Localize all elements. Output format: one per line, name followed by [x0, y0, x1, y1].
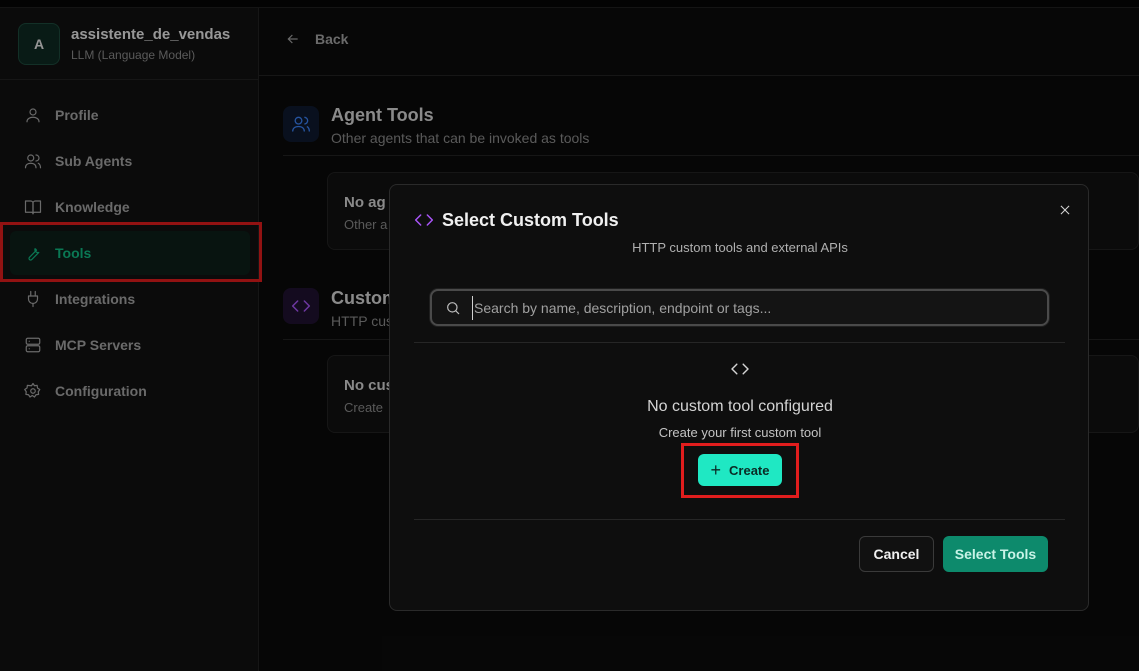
dialog-divider	[414, 519, 1065, 520]
code-icon	[730, 361, 750, 377]
select-custom-tools-dialog: Select Custom Tools HTTP custom tools an…	[389, 184, 1089, 611]
search-icon	[447, 302, 460, 315]
dialog-subtitle: HTTP custom tools and external APIs	[632, 240, 848, 255]
close-icon	[1060, 205, 1070, 215]
search-input[interactable]	[472, 296, 1032, 320]
empty-state-subtitle: Create your first custom tool	[658, 425, 822, 440]
empty-state-title: No custom tool configured	[647, 398, 833, 415]
search-box	[430, 289, 1049, 326]
dialog-divider	[414, 342, 1065, 343]
select-tools-button[interactable]: Select Tools	[943, 536, 1048, 572]
code-icon	[414, 210, 434, 230]
create-label: Create	[729, 462, 770, 478]
cancel-button[interactable]: Cancel	[859, 536, 934, 572]
close-button[interactable]	[1056, 201, 1074, 219]
create-button[interactable]: + Create	[698, 454, 782, 486]
dialog-title: Select Custom Tools	[442, 210, 619, 230]
plus-icon: +	[710, 460, 722, 480]
